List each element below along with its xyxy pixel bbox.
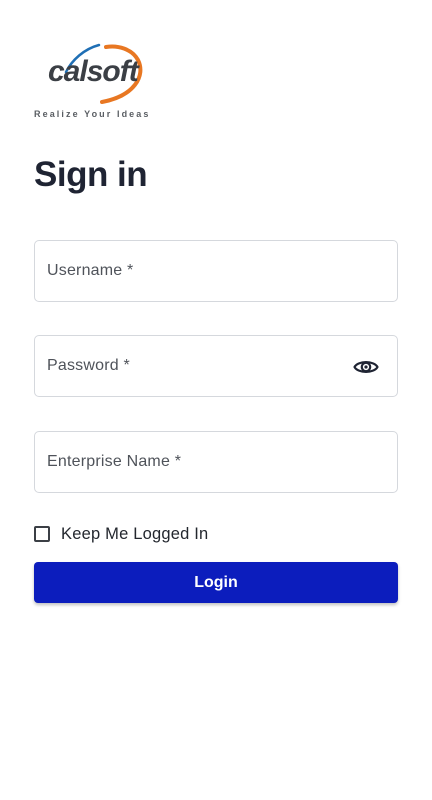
keep-logged-in-row[interactable]: Keep Me Logged In [34, 523, 208, 545]
username-field [34, 240, 398, 302]
page-title: Sign in [34, 155, 148, 194]
eye-icon[interactable] [352, 355, 380, 379]
keep-logged-in-checkbox[interactable] [34, 526, 50, 542]
username-input[interactable] [35, 241, 397, 301]
password-field [34, 335, 398, 397]
keep-logged-in-label: Keep Me Logged In [61, 524, 209, 543]
logo-tagline: Realize Your Ideas [34, 109, 151, 119]
enterprise-name-input[interactable] [35, 432, 397, 492]
enterprise-name-field [34, 431, 398, 493]
login-button[interactable]: Login [34, 562, 398, 603]
calsoft-logo: calsoft Realize Your Ideas [34, 40, 164, 122]
logo-wordmark: calsoft [48, 55, 139, 88]
password-input[interactable] [35, 336, 397, 396]
